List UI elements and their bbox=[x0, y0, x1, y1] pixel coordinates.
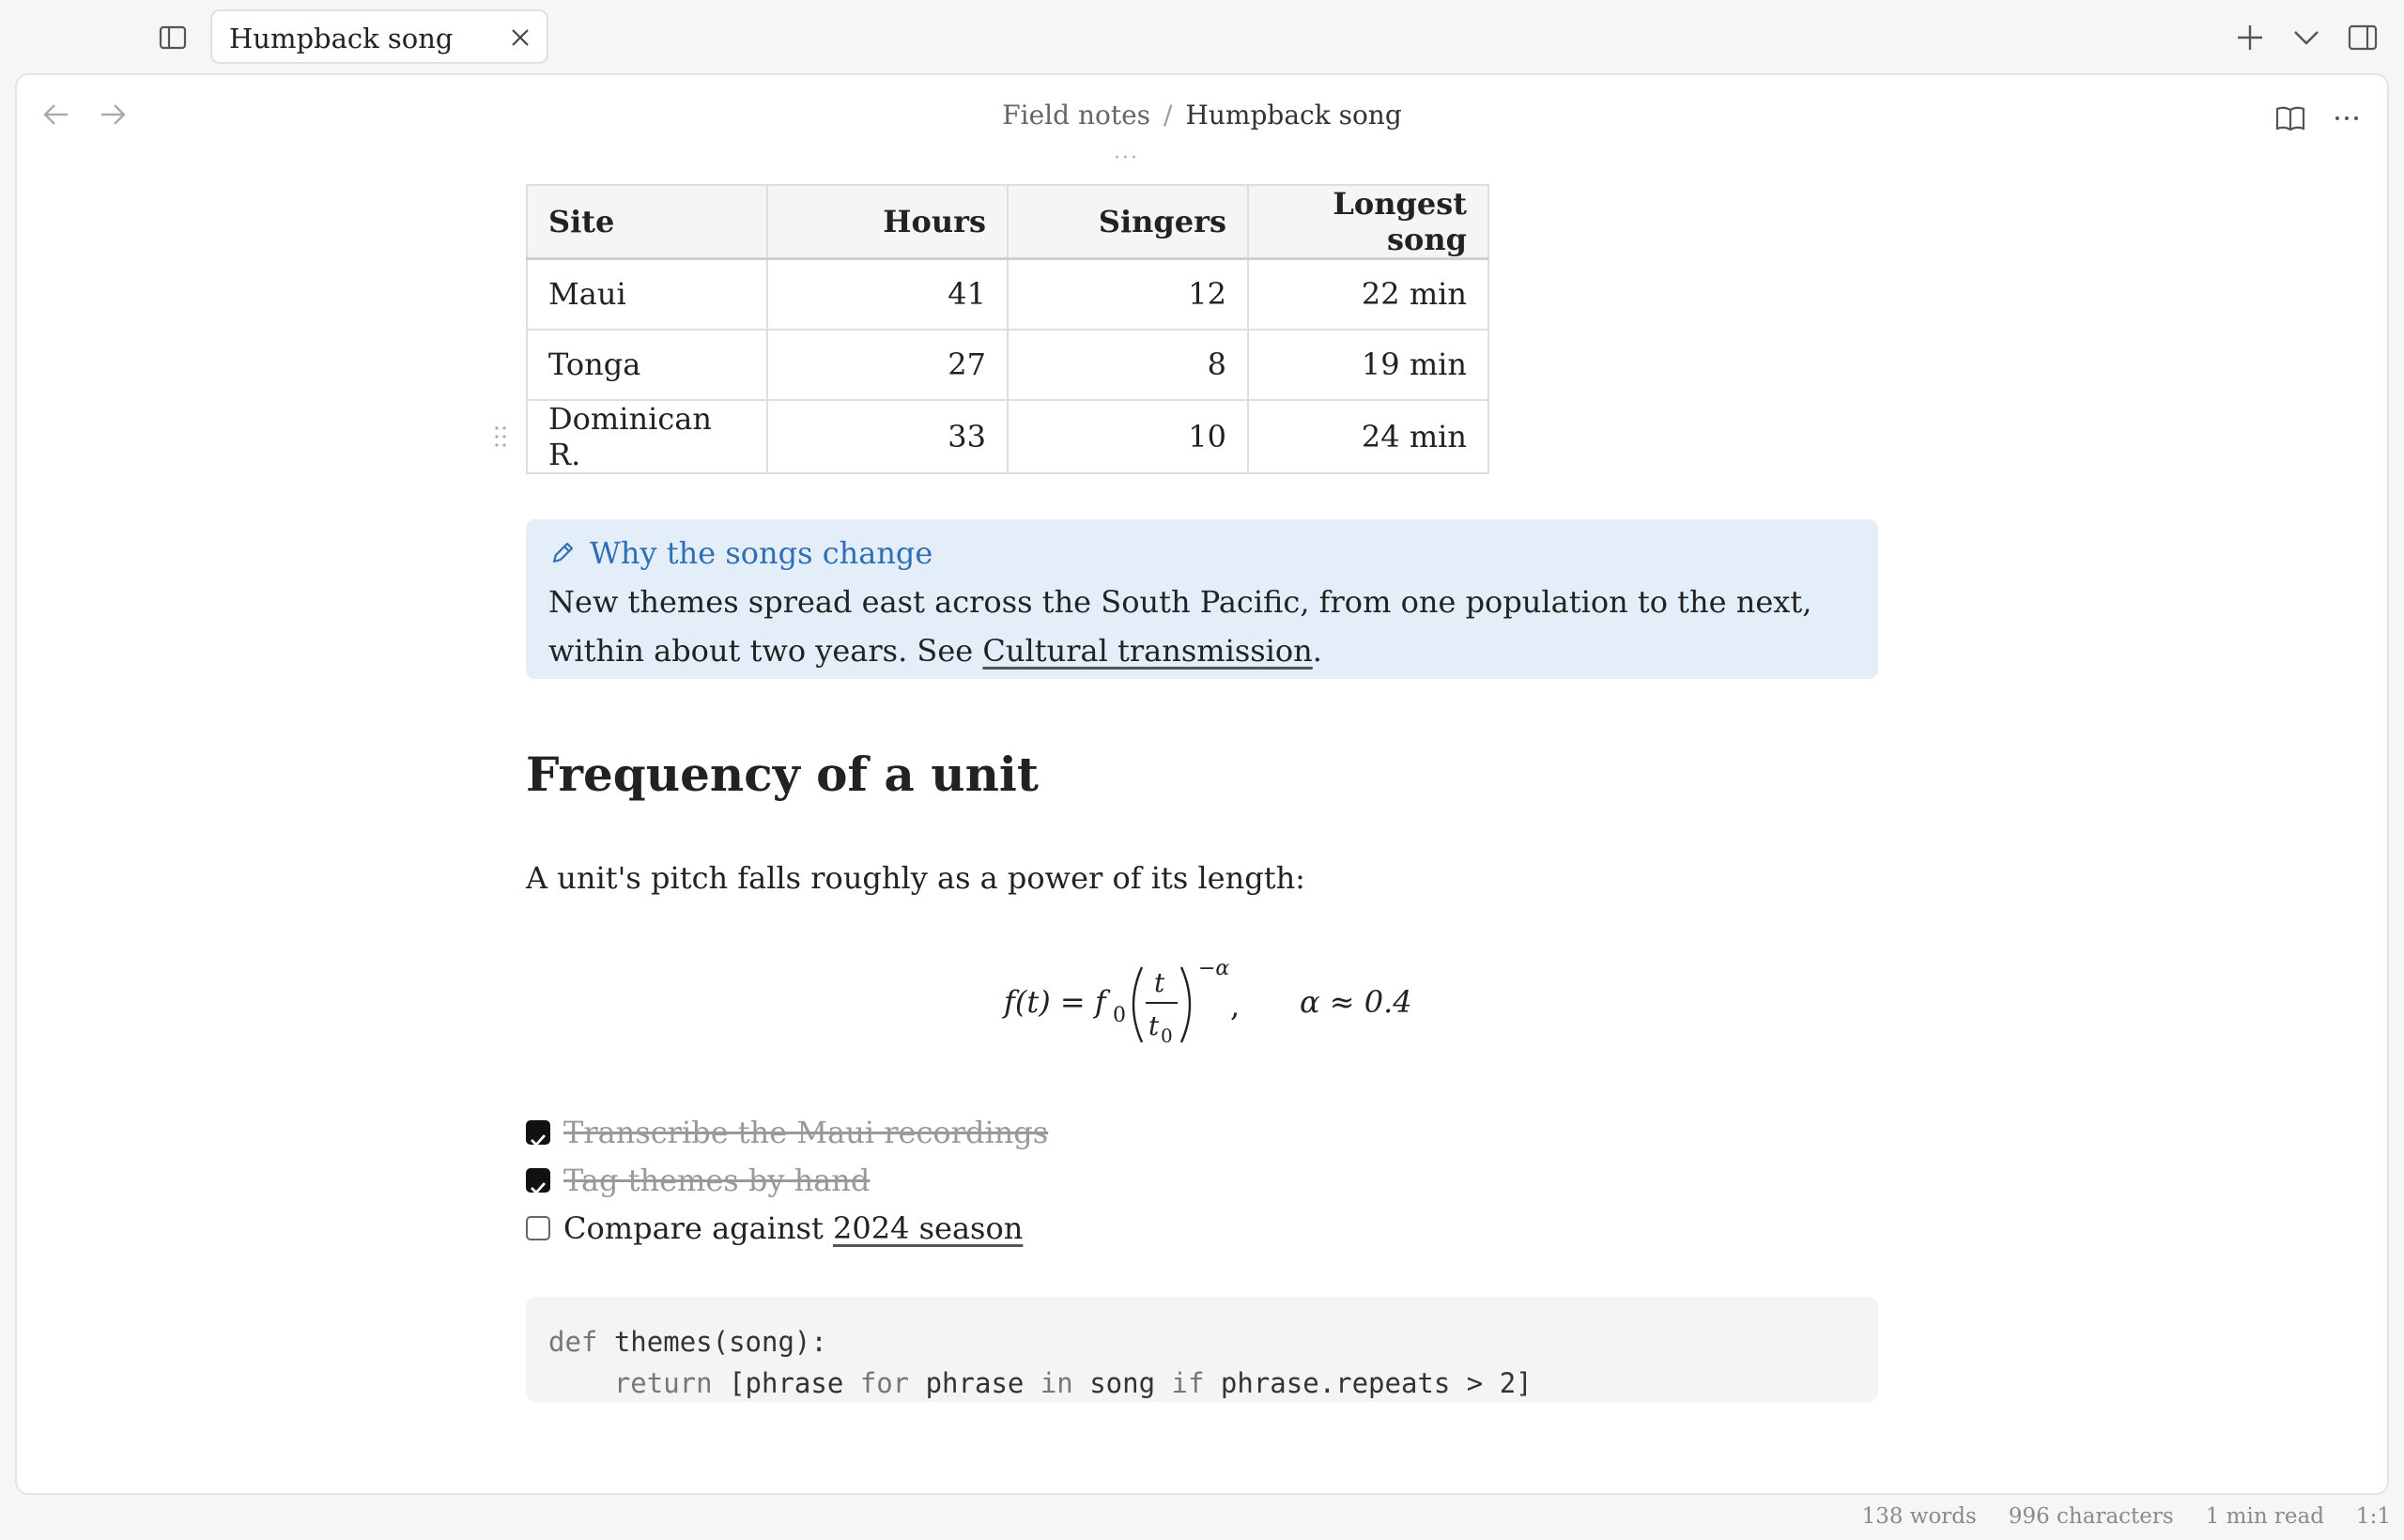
ellipsis-indicator: ··· bbox=[1114, 146, 1139, 170]
task-item: Compare against 2024 season bbox=[526, 1204, 1048, 1252]
table-row: Tonga 27 8 19 min bbox=[526, 328, 1489, 401]
cursor-position: 1:1 bbox=[2355, 1504, 2391, 1529]
table-cell[interactable]: 10 bbox=[1007, 398, 1249, 474]
table-cell[interactable]: Dominican R. bbox=[526, 398, 768, 474]
formula-right-paren bbox=[1179, 966, 1192, 1043]
callout-body: New themes spread east across the South … bbox=[548, 578, 1856, 675]
formula-lhs-subscript: 0 bbox=[1113, 1004, 1126, 1027]
breadcrumb: Field notes / Humpback song bbox=[0, 100, 2404, 131]
task-text: Transcribe the Maui recordings bbox=[563, 1114, 1049, 1150]
right-sidebar-icon[interactable] bbox=[2346, 21, 2380, 54]
table-header: Singers bbox=[1007, 184, 1249, 260]
more-icon[interactable] bbox=[2330, 101, 2364, 135]
table-header: Site bbox=[526, 184, 768, 260]
breadcrumb-parent[interactable]: Field notes bbox=[1002, 100, 1150, 131]
table-header: Longest song bbox=[1247, 184, 1489, 260]
code-text: phrase.repeats > 2] bbox=[1204, 1367, 1533, 1399]
table-row: Maui 41 12 22 min bbox=[526, 257, 1489, 331]
code-keyword: for bbox=[859, 1367, 910, 1399]
book-icon[interactable] bbox=[2273, 101, 2307, 135]
code-keyword: return bbox=[613, 1367, 713, 1399]
code-keyword: if bbox=[1171, 1367, 1205, 1399]
table-cell[interactable]: 27 bbox=[766, 328, 1009, 401]
formula-denominator: t bbox=[1148, 1010, 1160, 1041]
table-cell[interactable]: Maui bbox=[526, 257, 768, 331]
breadcrumb-current[interactable]: Humpback song bbox=[1185, 100, 1401, 131]
internal-link-2024-season[interactable]: 2024 season bbox=[833, 1210, 1023, 1246]
formula-numerator: t bbox=[1154, 967, 1165, 998]
chevron-down-icon[interactable] bbox=[2289, 21, 2323, 54]
code-keyword: in bbox=[1040, 1367, 1073, 1399]
callout-title-row: Why the songs change bbox=[548, 532, 1856, 574]
read-time: 1 min read bbox=[2205, 1504, 2324, 1529]
table-cell[interactable]: 8 bbox=[1007, 328, 1249, 401]
task-text: Tag themes by hand bbox=[563, 1162, 871, 1198]
callout-note[interactable]: Why the songs change New themes spread e… bbox=[526, 519, 1878, 679]
code-text: themes(song): bbox=[597, 1326, 827, 1358]
checkmark-icon bbox=[531, 1133, 547, 1147]
close-icon[interactable] bbox=[507, 24, 533, 51]
code-text: song bbox=[1072, 1367, 1172, 1399]
table-header-row: Site Hours Singers Longest song bbox=[526, 184, 1489, 260]
math-formula[interactable]: f(t) = f 0 t t 0 −α , α ≈ 0.4 bbox=[0, 945, 2404, 1067]
drag-handle-icon[interactable] bbox=[494, 424, 507, 449]
character-count: 996 characters bbox=[2008, 1504, 2174, 1529]
code-block[interactable]: def themes(song): return [phrase for phr… bbox=[526, 1297, 1878, 1402]
code-text: [phrase bbox=[712, 1367, 860, 1399]
pencil-icon bbox=[552, 542, 574, 563]
table-row: Dominican R. 33 10 24 min bbox=[526, 398, 1489, 474]
table-header: Hours bbox=[766, 184, 1009, 260]
code-text: phrase bbox=[909, 1367, 1040, 1399]
status-bar: 138 words 996 characters 1 min read 1:1 bbox=[1862, 1504, 2391, 1529]
task-checkbox-checked[interactable] bbox=[526, 1167, 550, 1194]
breadcrumb-separator: / bbox=[1163, 100, 1173, 131]
code-keyword: def bbox=[548, 1326, 598, 1358]
table-cell[interactable]: 19 min bbox=[1247, 328, 1489, 401]
formula-rhs: α ≈ 0.4 bbox=[1300, 984, 1412, 1020]
task-checkbox[interactable] bbox=[526, 1215, 550, 1240]
formula-exponent: −α bbox=[1198, 957, 1229, 980]
task-item: Transcribe the Maui recordings bbox=[526, 1108, 1048, 1156]
task-text-plain: Compare against bbox=[563, 1209, 833, 1246]
formula-lhs: f(t) = f bbox=[1002, 984, 1111, 1020]
tab-humpback-song[interactable]: Humpback song bbox=[210, 9, 548, 64]
table-cell[interactable]: 22 min bbox=[1247, 257, 1489, 331]
task-list: Transcribe the Maui recordings Tag theme… bbox=[526, 1108, 1048, 1252]
section-heading: Frequency of a unit bbox=[526, 747, 1040, 802]
formula-comma: , bbox=[1230, 988, 1240, 1024]
internal-link-cultural-transmission[interactable]: Cultural transmission bbox=[982, 633, 1312, 669]
task-checkbox-checked[interactable] bbox=[526, 1119, 550, 1147]
plus-icon[interactable] bbox=[2233, 21, 2267, 54]
sidebar-toggle-icon[interactable] bbox=[158, 23, 188, 53]
checkmark-icon bbox=[531, 1181, 547, 1194]
callout-title: Why the songs change bbox=[590, 535, 933, 571]
callout-period: . bbox=[1312, 633, 1322, 669]
table-cell[interactable]: 24 min bbox=[1247, 398, 1489, 474]
tab-title: Humpback song bbox=[229, 23, 454, 54]
table-cell[interactable]: 41 bbox=[766, 257, 1009, 331]
title-bar: Humpback song bbox=[0, 0, 2404, 73]
task-text: Compare against 2024 season bbox=[563, 1210, 1023, 1246]
table-cell[interactable]: 12 bbox=[1007, 257, 1249, 331]
formula-denominator-subscript: 0 bbox=[1161, 1024, 1173, 1047]
formula-left-paren bbox=[1132, 966, 1144, 1043]
sites-table: Site Hours Singers Longest song Maui 41 … bbox=[526, 184, 1489, 474]
task-item: Tag themes by hand bbox=[526, 1156, 1048, 1204]
paragraph: A unit's pitch falls roughly as a power … bbox=[526, 860, 1305, 896]
word-count: 138 words bbox=[1861, 1504, 1977, 1529]
table-cell[interactable]: Tonga bbox=[526, 328, 768, 401]
table-cell[interactable]: 33 bbox=[766, 398, 1009, 474]
